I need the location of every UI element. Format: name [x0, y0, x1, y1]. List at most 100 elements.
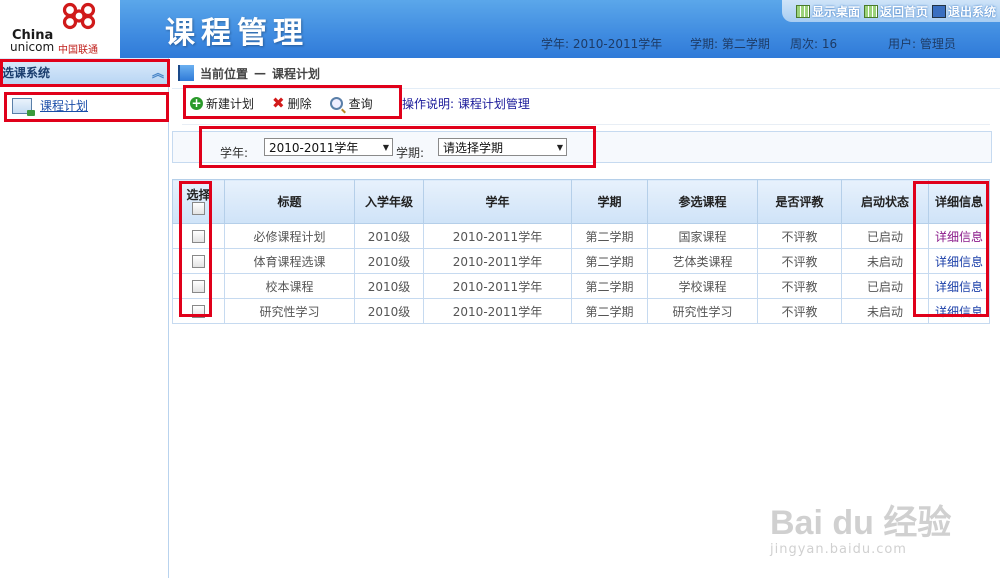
logout-link[interactable]: 退出系统 [931, 3, 996, 20]
delete-label: 删除 [287, 96, 312, 111]
sidebar-section-header[interactable]: 选课系统 ︽ [0, 58, 168, 87]
table-header-row: 选择 标题 入学年级 学年 学期 参选课程 是否评教 启动状态 详细信息 [172, 179, 990, 224]
delete-button[interactable]: ✖ 删除 [272, 95, 312, 112]
watermark-url: jingyan.baidu.com [770, 542, 907, 557]
col-course: 参选课程 [647, 179, 758, 224]
cell-title: 必修课程计划 [224, 223, 355, 249]
logout-label: 退出系统 [947, 4, 996, 19]
year-select[interactable]: 2010-2011学年 [264, 138, 393, 157]
sidebar-section-title: 选课系统 [2, 65, 51, 80]
col-select: 选择 [172, 179, 225, 224]
course-plan-table: 选择 标题 入学年级 学年 学期 参选课程 是否评教 启动状态 详细信息 必修课… [172, 179, 990, 324]
cell-detail: 详细信息 [928, 248, 990, 274]
double-chevron-up-icon[interactable]: ︽ [152, 64, 164, 81]
detail-link[interactable]: 详细信息 [935, 230, 983, 244]
row-select-cell [172, 248, 225, 274]
cell-term: 第二学期 [571, 248, 648, 274]
year-filter-label: 学年: [220, 146, 249, 160]
grid-icon [795, 4, 810, 18]
cell-eval: 不评教 [757, 223, 842, 249]
row-checkbox[interactable] [192, 230, 205, 243]
grid-icon [863, 4, 878, 18]
table-row: 校本课程 2010级 2010-2011学年 第二学期 学校课程 不评教 已启动… [172, 273, 990, 299]
col-title: 标题 [224, 179, 355, 224]
detail-link[interactable]: 详细信息 [935, 305, 983, 319]
main-content: 当前位置 — 课程计划 + 新建计划 ✖ 删除 查询 操作说明: 课程计划管理 … [172, 58, 1000, 324]
cell-grade: 2010级 [354, 248, 424, 274]
cell-status: 未启动 [841, 248, 929, 274]
new-plan-label: 新建计划 [206, 96, 255, 111]
cell-detail: 详细信息 [928, 223, 990, 249]
query-button[interactable]: 查询 [329, 95, 373, 112]
row-select-cell [172, 298, 225, 324]
term-select[interactable]: 请选择学期 [438, 138, 567, 157]
row-select-cell [172, 223, 225, 249]
new-plan-button[interactable]: + 新建计划 [190, 95, 254, 112]
cell-term: 第二学期 [571, 223, 648, 249]
col-term: 学期 [571, 179, 648, 224]
select-all-checkbox[interactable] [192, 201, 205, 215]
logo-text-unicom: unicom [10, 40, 55, 54]
sidebar-item-course-plan[interactable]: 课程计划 [12, 97, 168, 116]
table-row: 研究性学习 2010级 2010-2011学年 第二学期 研究性学习 不评教 未… [172, 298, 990, 324]
logo-text-cn: 中国联通 [58, 45, 98, 56]
detail-link[interactable]: 详细信息 [935, 280, 983, 294]
cell-eval: 不评教 [757, 248, 842, 274]
show-desktop-link[interactable]: 显示桌面 [795, 3, 860, 20]
china-unicom-logo: China unicom 中国联通 [0, 0, 120, 58]
row-checkbox[interactable] [192, 305, 205, 318]
table-row: 必修课程计划 2010级 2010-2011学年 第二学期 国家课程 不评教 已… [172, 223, 990, 249]
cell-grade: 2010级 [354, 223, 424, 249]
year-select-value: 2010-2011学年 [269, 141, 359, 155]
detail-link[interactable]: 详细信息 [935, 255, 983, 269]
cell-term: 第二学期 [571, 298, 648, 324]
row-select-cell [172, 273, 225, 299]
col-detail: 详细信息 [928, 179, 990, 224]
cell-eval: 不评教 [757, 273, 842, 299]
current-week-info: 周次: 16 [790, 37, 838, 51]
app-title: 课程管理 [165, 16, 309, 51]
cell-grade: 2010级 [354, 273, 424, 299]
row-checkbox[interactable] [192, 280, 205, 293]
back-home-link[interactable]: 返回首页 [863, 3, 928, 20]
cell-grade: 2010级 [354, 298, 424, 324]
show-desktop-label: 显示桌面 [811, 4, 860, 19]
operation-note: 操作说明: 课程计划管理 [402, 97, 530, 111]
cell-status: 已启动 [841, 223, 929, 249]
unicom-knot-icon [62, 2, 96, 30]
cell-status: 未启动 [841, 298, 929, 324]
current-year-info: 学年: 2010-2011学年 [541, 37, 663, 51]
cell-course: 研究性学习 [647, 298, 758, 324]
col-status: 启动状态 [841, 179, 929, 224]
breadcrumb-label: 当前位置 [200, 66, 249, 81]
query-label: 查询 [348, 96, 373, 111]
back-home-label: 返回首页 [879, 4, 928, 19]
sidebar-item-label[interactable]: 课程计划 [40, 97, 88, 114]
breadcrumb-separator: — [254, 66, 267, 80]
row-checkbox[interactable] [192, 255, 205, 268]
term-select-value: 请选择学期 [443, 141, 504, 155]
cell-eval: 不评教 [757, 298, 842, 324]
col-eval: 是否评教 [757, 179, 842, 224]
filter-bar: 学年: 2010-2011学年 学期: 请选择学期 [172, 131, 992, 163]
cell-status: 已启动 [841, 273, 929, 299]
cell-year: 2010-2011学年 [423, 223, 572, 249]
toolbar: + 新建计划 ✖ 删除 查询 [190, 90, 373, 116]
divider [182, 124, 990, 125]
cell-course: 学校课程 [647, 273, 758, 299]
breadcrumb: 当前位置 — 课程计划 [172, 58, 1000, 89]
col-select-label: 选择 [186, 187, 211, 202]
cell-title: 体育课程选课 [224, 248, 355, 274]
col-year: 学年 [423, 179, 572, 224]
cell-term: 第二学期 [571, 273, 648, 299]
cell-detail: 详细信息 [928, 273, 990, 299]
cell-detail: 详细信息 [928, 298, 990, 324]
sidebar: 选课系统 ︽ 课程计划 [0, 58, 169, 578]
table-row: 体育课程选课 2010级 2010-2011学年 第二学期 艺体类课程 不评教 … [172, 248, 990, 274]
term-filter-label: 学期: [396, 146, 425, 160]
watermark-brand: Bai du 经验 [770, 504, 952, 542]
col-grade: 入学年级 [354, 179, 424, 224]
cell-title: 校本课程 [224, 273, 355, 299]
monitor-icon [931, 4, 946, 18]
baidu-watermark: Bai du 经验 jingyan.baidu.com [770, 495, 951, 557]
